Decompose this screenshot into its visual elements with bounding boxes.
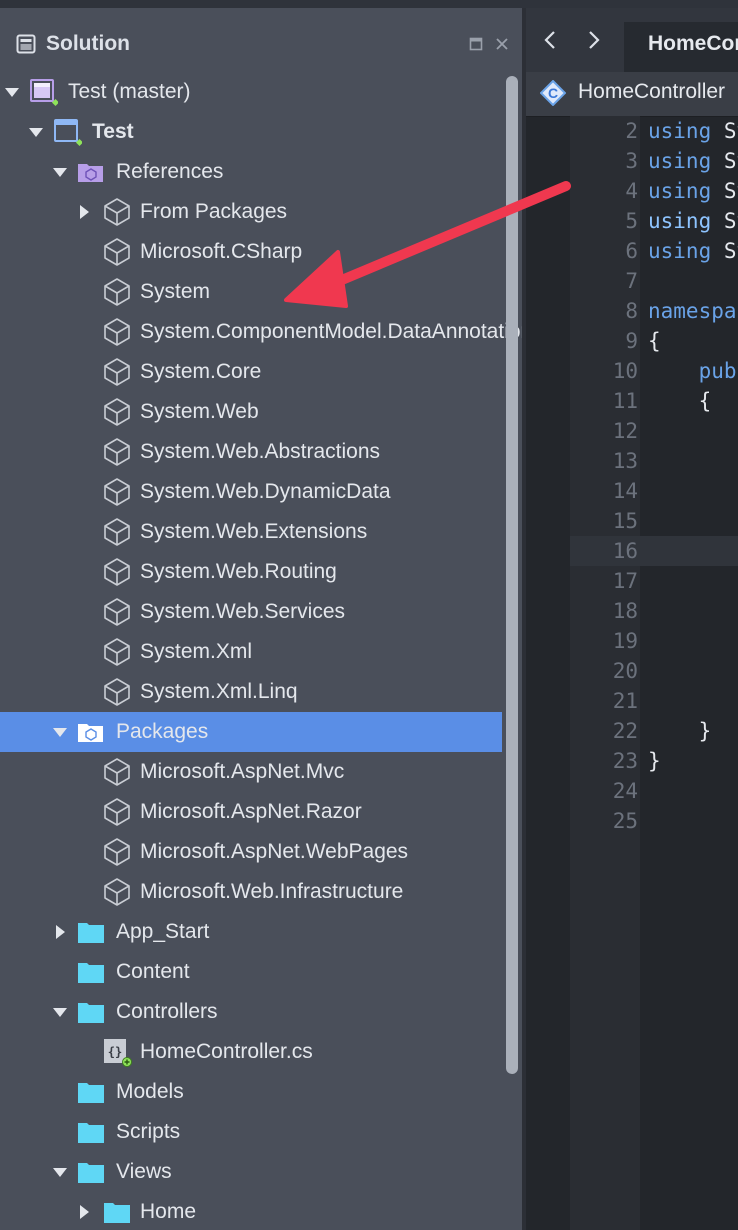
annotation-arrow-icon [284,181,571,308]
